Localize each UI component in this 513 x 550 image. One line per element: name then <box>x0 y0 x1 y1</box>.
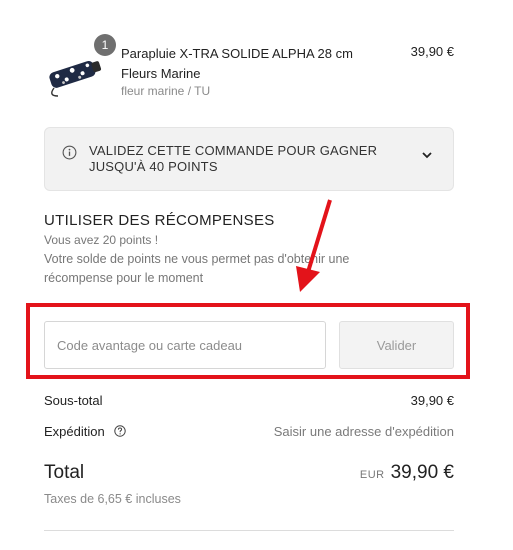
umbrella-thumbnail <box>49 60 102 97</box>
product-name: Parapluie X-TRA SOLIDE ALPHA 28 cm Fleur… <box>121 46 353 81</box>
validate-code-button[interactable]: Valider <box>339 321 454 369</box>
total-value: 39,90 € <box>390 462 454 483</box>
product-price: 39,90 € <box>410 44 454 59</box>
taxes-note: Taxes de 6,65 € incluses <box>44 492 181 506</box>
discount-code-input[interactable] <box>44 321 326 369</box>
shipping-label: Expédition <box>44 424 105 439</box>
rewards-points-balance: Vous avez 20 points ! <box>44 233 159 247</box>
rewards-message: Votre solde de points ne vous permet pas… <box>44 252 350 285</box>
subtotal-value: 39,90 € <box>410 393 454 408</box>
total-row: Total EUR 39,90 € <box>44 462 454 492</box>
product-variant: fleur marine / TU <box>121 84 211 98</box>
total-label: Total <box>44 462 85 483</box>
cart-line-item: 1 Parapluie X-TRA SOLIDE ALPHA 28 cm Fle… <box>44 34 454 110</box>
rewards-title: UTILISER DES RÉCOMPENSES <box>44 212 275 229</box>
points-banner-text: VALIDEZ CETTE COMMANDE POUR GAGNER JUSQU… <box>89 143 378 174</box>
loyalty-points-banner[interactable]: VALIDEZ CETTE COMMANDE POUR GAGNER JUSQU… <box>44 127 454 191</box>
currency-code: EUR <box>359 469 385 481</box>
shipping-value: Saisir une adresse d'expédition <box>273 424 454 439</box>
help-icon[interactable] <box>114 425 127 437</box>
info-icon <box>62 145 77 160</box>
divider <box>44 530 454 531</box>
chevron-down-icon[interactable] <box>421 149 433 161</box>
subtotal-label: Sous-total <box>44 393 103 408</box>
quantity-badge: 1 <box>94 34 116 56</box>
